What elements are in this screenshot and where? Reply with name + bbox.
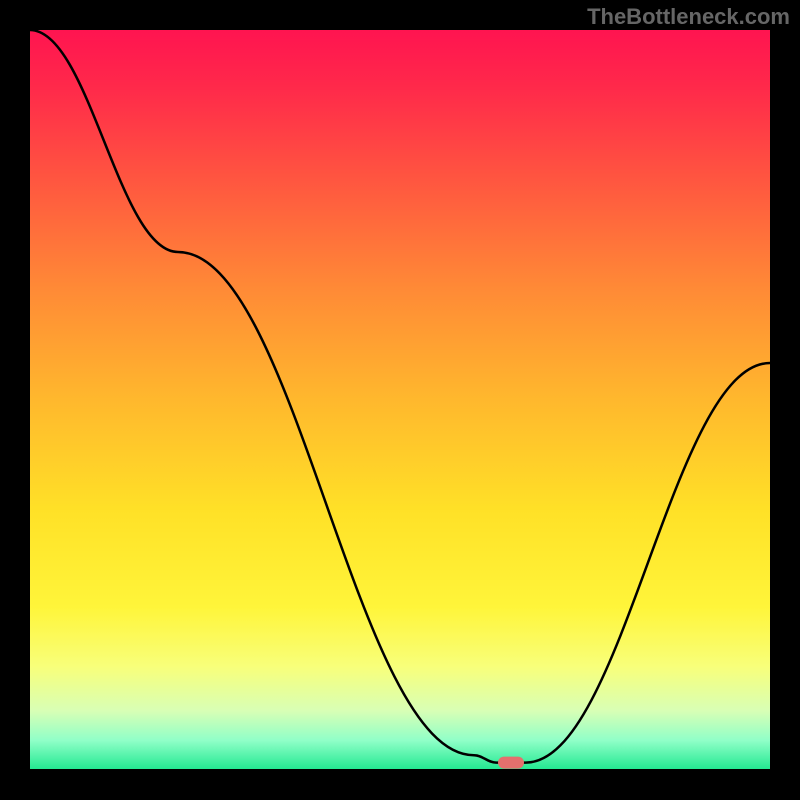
optimal-marker [498,757,524,769]
bottleneck-chart [0,0,800,800]
chart-container: TheBottleneck.com [0,0,800,800]
gradient-background [30,30,770,770]
watermark-text: TheBottleneck.com [587,4,790,30]
